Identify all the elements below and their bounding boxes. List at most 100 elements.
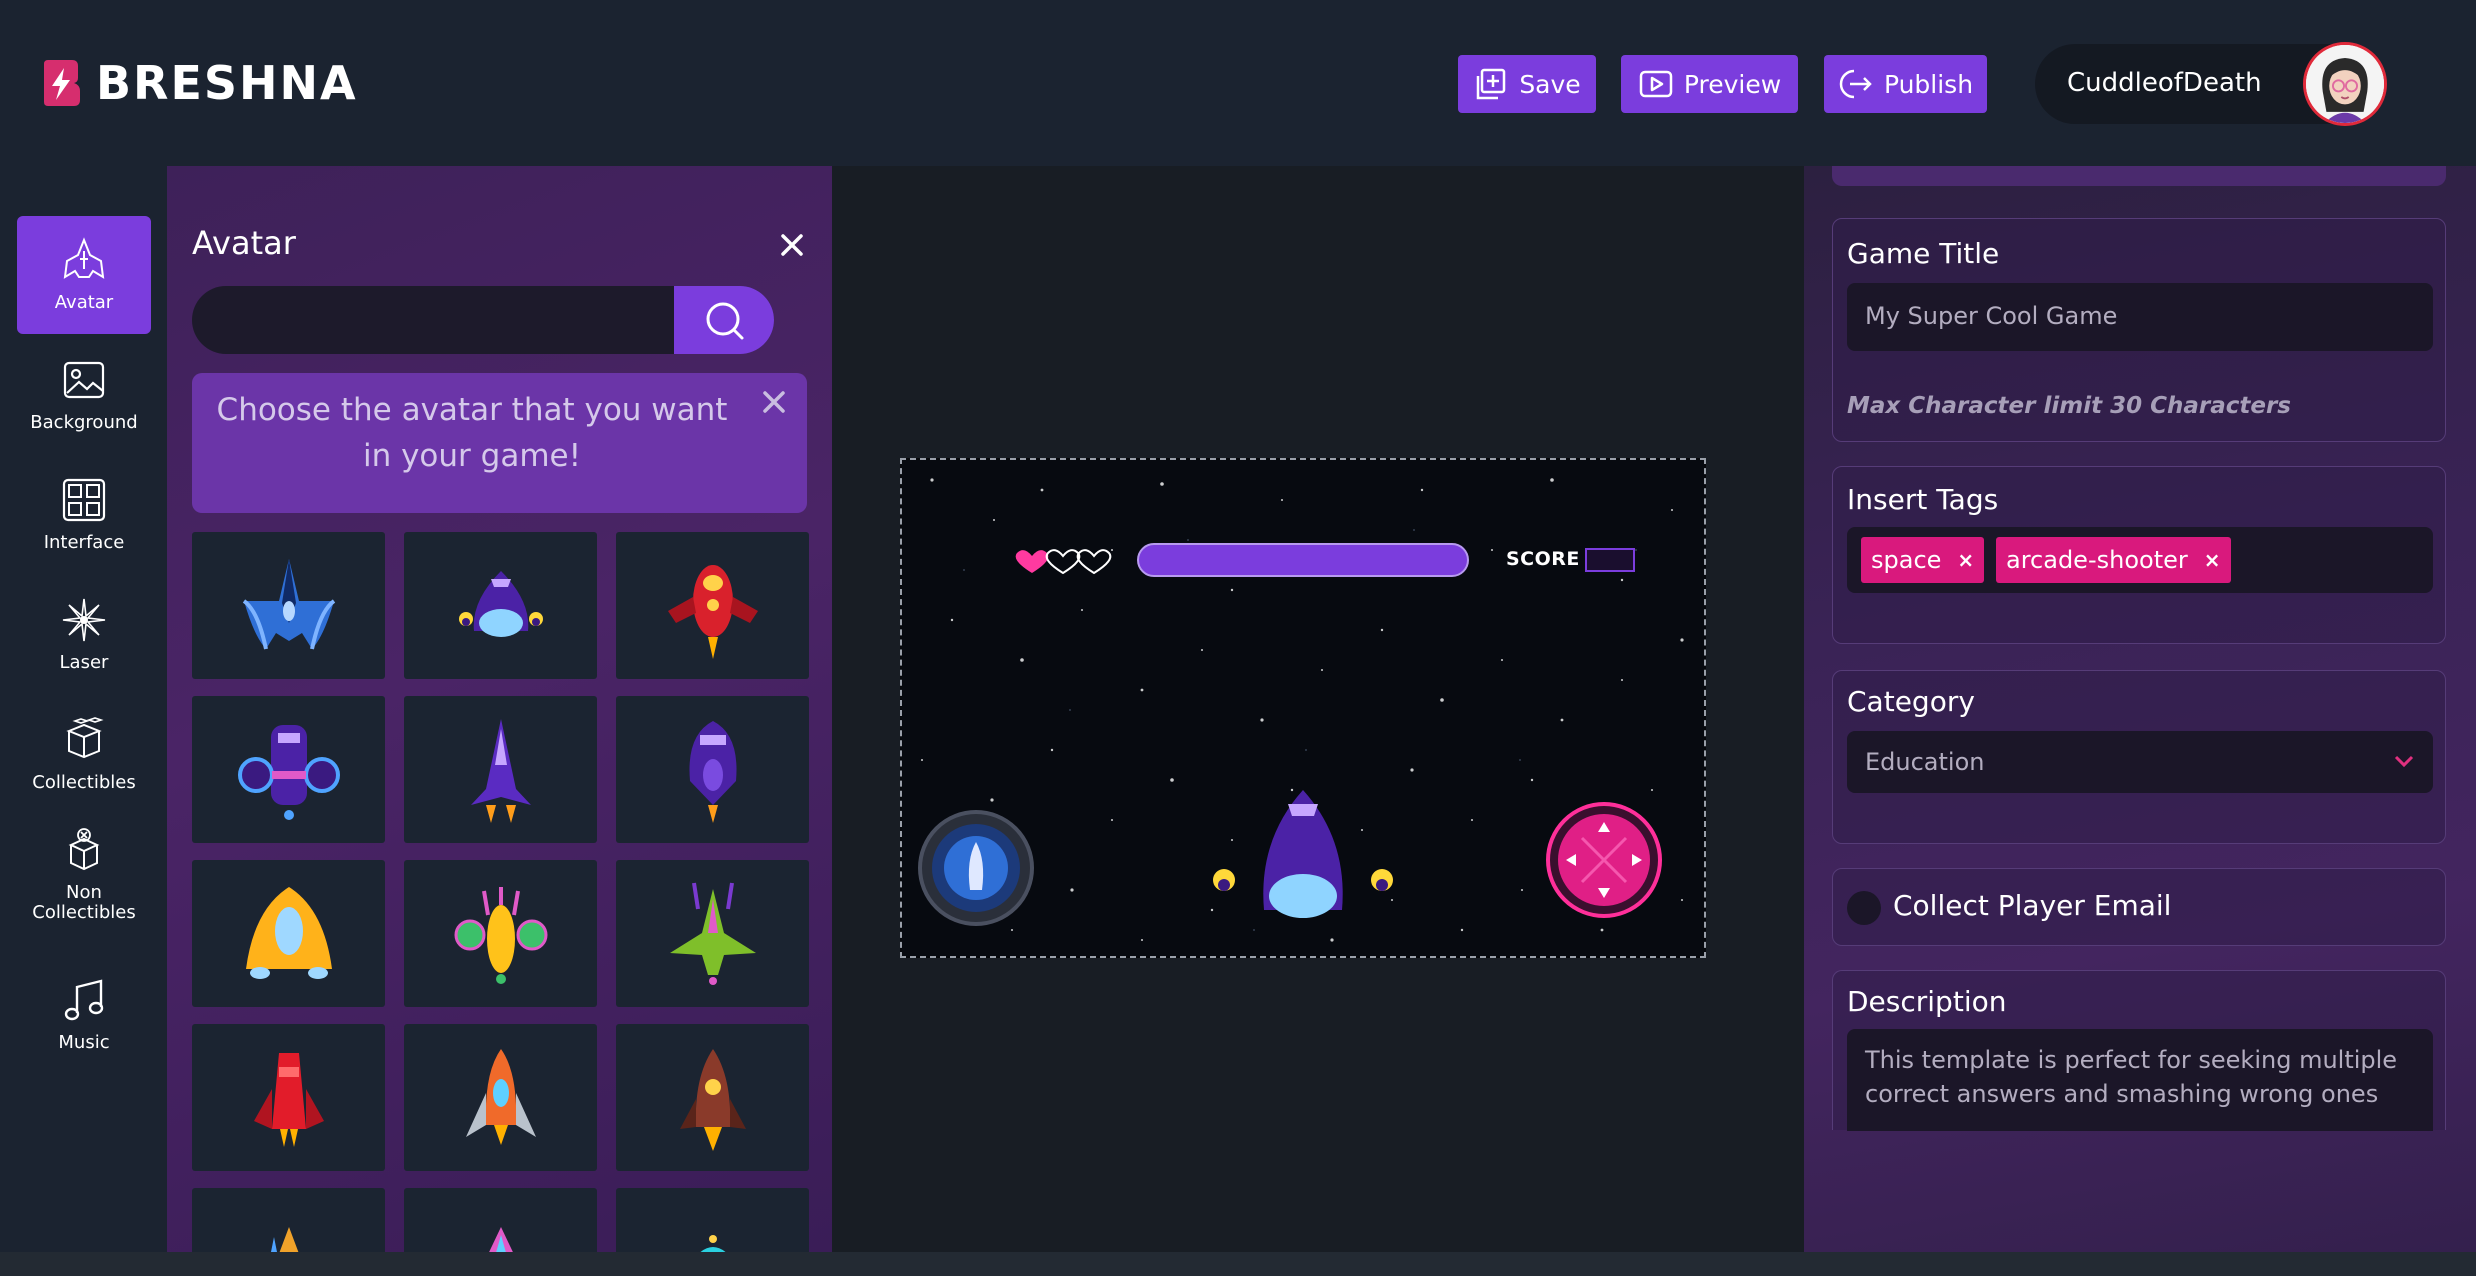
hint-banner: Choose the avatar that you want in your … <box>192 373 807 513</box>
avatar-tile-red-cylinder-ship[interactable] <box>192 1024 385 1171</box>
settings-panel: Game Title My Super Cool Game Max Charac… <box>1804 166 2476 1252</box>
game-title-label: Game Title <box>1847 237 2000 270</box>
search-button[interactable] <box>674 286 774 354</box>
tags-label: Insert Tags <box>1847 483 1999 516</box>
yellow-green-bug-ship-icon <box>454 886 547 984</box>
save-button[interactable]: Save <box>1458 55 1596 113</box>
publish-button[interactable]: Publish <box>1824 55 1987 113</box>
sidebar-item-label: Background <box>30 412 138 433</box>
sidebar-item-non-collectibles[interactable]: Non Collectibles <box>17 816 151 934</box>
tags-input[interactable]: space × arcade-shooter × <box>1847 527 2433 593</box>
canvas-area: SCORE <box>832 166 1804 1252</box>
description-textarea[interactable]: This template is perfect for seeking mul… <box>1847 1029 2433 1131</box>
purple-twin-engine-ship-icon <box>237 724 340 820</box>
sidebar-item-interface[interactable]: Interface <box>17 456 151 574</box>
avatar-tile-purple-saucer-ship[interactable] <box>404 532 597 679</box>
logo[interactable]: BRESHNA <box>40 56 358 110</box>
score-box <box>1585 548 1635 572</box>
panel-title: Avatar <box>192 224 296 262</box>
avatar-tile-green-fighter-ship[interactable] <box>616 860 809 1007</box>
sidebar-item-laser[interactable]: Laser <box>17 576 151 694</box>
purple-dart-ship-icon <box>470 718 531 823</box>
preview-label: Preview <box>1683 69 1782 99</box>
image-icon <box>63 361 105 399</box>
user-avatar-icon <box>2306 45 2384 123</box>
score-label: SCORE <box>1506 548 1580 570</box>
game-title-input[interactable]: My Super Cool Game <box>1847 283 2433 351</box>
logo-icon <box>44 60 80 106</box>
sidebar-item-label: Non Collectibles <box>32 882 136 923</box>
tag-text: arcade-shooter <box>2006 546 2188 574</box>
avatar-tile-orange-silver-rocket[interactable] <box>404 1024 597 1171</box>
description-label: Description <box>1847 985 2007 1018</box>
sidebar-item-label: Laser <box>59 652 109 673</box>
avatar-tile-purple-twin-engine-ship[interactable] <box>192 696 385 843</box>
remove-tag-icon[interactable]: × <box>2204 548 2221 572</box>
brown-rocket-icon <box>679 1048 746 1151</box>
sidebar-item-music[interactable]: Music <box>17 956 151 1074</box>
top-bar: BRESHNA Save Preview Publish CuddleofDea… <box>0 0 2476 166</box>
tool-sidebar: Avatar Background Interface Laser Collec… <box>0 166 167 1252</box>
dpad-control <box>1546 802 1662 918</box>
sidebar-item-label: Music <box>58 1032 110 1053</box>
username: CuddleofDeath <box>2067 68 2262 98</box>
pink-ship-icon <box>488 1226 513 1252</box>
sidebar-item-label: Interface <box>43 532 125 553</box>
avatar-tile-brown-rocket[interactable] <box>616 1024 809 1171</box>
category-card: Category Education <box>1832 670 2446 844</box>
chevron-down-icon <box>2394 755 2414 768</box>
search-bar <box>192 286 774 354</box>
sidebar-item-label: Avatar <box>54 292 114 313</box>
search-input[interactable] <box>192 286 674 354</box>
remove-tag-icon[interactable]: × <box>1957 548 1974 572</box>
avatar-panel: Avatar Choose the avatar that you want i… <box>167 166 832 1252</box>
red-rocket-ship-icon <box>667 564 758 659</box>
close-icon[interactable] <box>777 230 807 260</box>
avatar-tile-partial-ship-2[interactable] <box>404 1188 597 1252</box>
avatar-tile-red-rocket-ship[interactable] <box>616 532 809 679</box>
music-note-icon <box>64 979 104 1021</box>
avatar-tile-blue-winged-ship[interactable] <box>192 532 385 679</box>
collect-email-checkbox[interactable] <box>1847 891 1881 925</box>
collect-email-label: Collect Player Email <box>1893 889 2172 922</box>
purple-pod-ship-icon <box>688 720 737 823</box>
sidebar-item-collectibles[interactable]: Collectibles <box>17 696 151 814</box>
game-preview[interactable]: SCORE <box>900 458 1706 958</box>
avatar[interactable] <box>2303 42 2387 126</box>
tags-card: Insert Tags space × arcade-shooter × <box>1832 466 2446 644</box>
user-menu[interactable]: CuddleofDeath <box>2035 42 2387 126</box>
save-label: Save <box>1519 69 1581 99</box>
sidebar-item-label: Collectibles <box>32 772 136 793</box>
burst-icon <box>62 598 106 642</box>
description-card: Description This template is perfect for… <box>1832 970 2446 1131</box>
sidebar-item-background[interactable]: Background <box>17 336 151 454</box>
brand-name: BRESHNA <box>96 56 358 110</box>
spaceship-icon <box>63 237 105 279</box>
avatar-tile-partial-ship-1[interactable] <box>192 1188 385 1252</box>
publish-label: Publish <box>1883 69 1974 99</box>
close-icon[interactable] <box>761 389 787 415</box>
avatar-tile-purple-dart-ship[interactable] <box>404 696 597 843</box>
preview-button[interactable]: Preview <box>1621 55 1798 113</box>
space-background <box>902 460 1704 956</box>
orange-lander-ship-icon <box>245 886 332 979</box>
collapsed-section <box>1832 166 2446 186</box>
progress-bar <box>1137 543 1469 577</box>
avatar-tile-orange-lander-ship[interactable] <box>192 860 385 1007</box>
sidebar-item-avatar[interactable]: Avatar <box>17 216 151 334</box>
tag-chip[interactable]: arcade-shooter × <box>1996 537 2231 583</box>
avatar-tile-partial-ship-3[interactable] <box>616 1188 809 1252</box>
search-icon <box>706 302 744 340</box>
orange-ship-icon <box>270 1226 299 1252</box>
tag-chip[interactable]: space × <box>1861 537 1985 583</box>
avatar-tile-yellow-green-bug-ship[interactable] <box>404 860 597 1007</box>
game-title-value: My Super Cool Game <box>1865 302 2118 330</box>
bottom-scrollbar[interactable] <box>0 1252 2476 1276</box>
hint-text: Choose the avatar that you want in your … <box>216 392 728 474</box>
avatar-tile-purple-pod-ship[interactable] <box>616 696 809 843</box>
category-select[interactable]: Education <box>1847 731 2433 793</box>
teal-ship-icon <box>699 1234 726 1252</box>
layout-icon <box>62 478 106 522</box>
game-title-card: Game Title My Super Cool Game Max Charac… <box>1832 218 2446 442</box>
purple-saucer-ship-icon <box>458 570 543 637</box>
